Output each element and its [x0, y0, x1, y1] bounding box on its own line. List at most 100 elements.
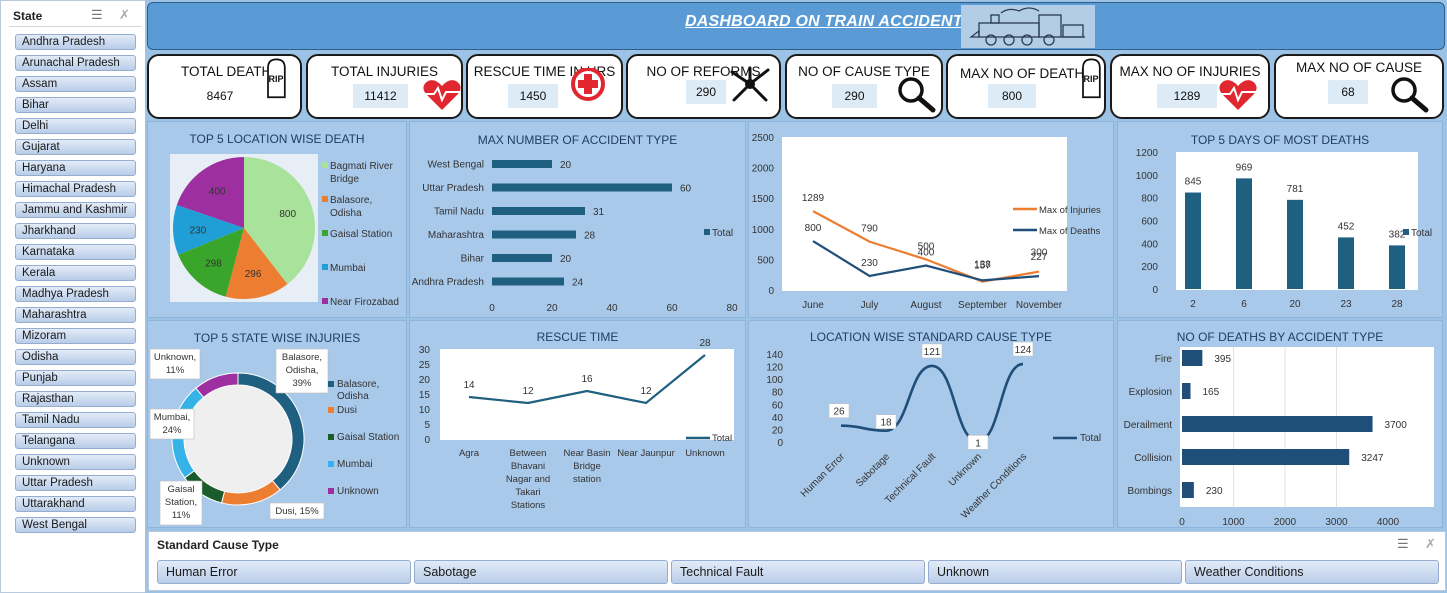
data-label: 230	[861, 258, 878, 269]
data-label: 16	[581, 374, 593, 385]
hands-icon	[730, 66, 770, 102]
legend-label: Mumbai	[330, 263, 366, 274]
category-label: August	[910, 300, 941, 311]
kpi-label: MAX NO OF CAUSE	[1295, 60, 1422, 75]
cause-slicer-item[interactable]: Unknown	[928, 560, 1182, 584]
multi-select-icon[interactable]: ☰	[1397, 536, 1409, 552]
state-slicer-item[interactable]: Himachal Pradesh	[15, 181, 136, 197]
tick-label: 120	[766, 363, 783, 374]
state-slicer-item[interactable]: Maharashtra	[15, 307, 136, 323]
state-slicer-item[interactable]: West Bengal	[15, 517, 136, 533]
category-label: Human Error	[799, 451, 848, 500]
data-label: 298	[205, 259, 222, 270]
tick-label: 10	[419, 405, 431, 416]
data-label: 452	[1338, 221, 1355, 232]
category-label: July	[861, 300, 879, 311]
legend-label: Mumbai	[337, 459, 373, 470]
panel-state-injuries: TOP 5 STATE WISE INJURIES Balasore, Odish…	[147, 320, 407, 528]
legend-label: Max of Deaths	[1039, 226, 1100, 237]
legend-swatch	[328, 434, 334, 440]
bar	[1287, 199, 1303, 289]
state-slicer-item[interactable]: Karnataka	[15, 244, 136, 260]
tick-label: 2000	[1274, 517, 1297, 528]
category-label: Near Jaunpur	[617, 448, 675, 459]
legend-swatch	[322, 196, 328, 202]
bar	[1389, 245, 1405, 289]
category-label: Collision	[1134, 453, 1172, 464]
state-slicer-item[interactable]: Telangana	[15, 433, 136, 449]
panel-month-line: 0 500 1000 1500 2000 2500 June July August Septem…	[748, 121, 1114, 318]
state-slicer-header: State ☰ ✗	[9, 5, 141, 27]
cause-slicer-item[interactable]: Technical Fault	[671, 560, 925, 584]
data-label: 121	[924, 347, 941, 358]
rip-tombstone-icon: RIP	[267, 58, 286, 99]
data-label: 1	[975, 438, 981, 449]
tick-label: 0	[489, 303, 495, 314]
panel-rescue-time: RESCUE TIME 0 5 10 15 20 25 30 14 12 16 12 28 Agra Be…	[409, 320, 746, 528]
tick-label: 0	[1152, 285, 1158, 296]
state-slicer-item[interactable]: Punjab	[15, 370, 136, 386]
multi-select-icon[interactable]: ☰	[91, 7, 103, 23]
kpi-card: TOTAL INJURIES 11412	[306, 54, 463, 119]
state-injuries-donut-chart: Balasore, Odisha, 39%Dusi, 15%Gaisal Statio…	[149, 348, 399, 526]
legend-label: Total	[1411, 228, 1432, 239]
cause-slicer-item[interactable]: Sabotage	[414, 560, 668, 584]
tick-label: 1200	[1136, 148, 1159, 159]
legend-swatch	[322, 298, 328, 304]
state-slicer-item[interactable]: Arunachal Pradesh	[15, 55, 136, 71]
tick-label: 80	[772, 388, 784, 399]
state-slicer-item[interactable]: Bihar	[15, 97, 136, 113]
state-slicer-item[interactable]: Mizoram	[15, 328, 136, 344]
cause-slicer-title: Standard Cause Type	[157, 538, 279, 552]
state-slicer-item[interactable]: Odisha	[15, 349, 136, 365]
bar	[492, 277, 564, 286]
tick-label: 600	[1141, 217, 1158, 228]
state-slicer-item[interactable]: Uttarakhand	[15, 496, 136, 512]
tick-label: 20	[546, 303, 558, 314]
clear-filter-icon[interactable]: ✗	[1425, 536, 1436, 552]
state-slicer-item[interactable]: Andhra Pradesh	[15, 34, 136, 50]
svg-text:RIP: RIP	[268, 74, 283, 84]
kpi-value: 290	[686, 80, 726, 104]
state-slicer-item[interactable]: Jharkhand	[15, 223, 136, 239]
clear-filter-icon[interactable]: ✗	[119, 7, 130, 23]
tick-label: 3000	[1325, 517, 1348, 528]
panel-deaths-by-type: NO OF DEATHS BY ACCIDENT TYPE Fire 395 Exp…	[1117, 320, 1443, 528]
state-slicer-item[interactable]: Gujarat	[15, 139, 136, 155]
state-slicer-item[interactable]: Tamil Nadu	[15, 412, 136, 428]
cause-slicer-item[interactable]: Human Error	[157, 560, 411, 584]
category-label: West Bengal	[427, 160, 484, 171]
panel-accident-type: MAX NUMBER OF ACCIDENT TYPE West Bengal 2…	[409, 121, 746, 318]
data-label: 28	[699, 338, 711, 349]
category-label: Maharashtra	[428, 230, 485, 241]
rescue-time-line-chart: 0 5 10 15 20 25 30 14 12 16 12 28 Agra Between Bhavani…	[419, 338, 734, 511]
data-label: 28	[584, 231, 596, 242]
legend-label: Dusi	[337, 405, 357, 416]
heartbeat-icon	[1219, 80, 1257, 110]
state-slicer-item[interactable]: Unknown	[15, 454, 136, 470]
state-slicer-item[interactable]: Uttar Pradesh	[15, 475, 136, 491]
cause-slicer-item[interactable]: Weather Conditions	[1185, 560, 1439, 584]
rip-tombstone-icon: RIP	[1082, 58, 1101, 99]
tick-label: 2500	[752, 133, 775, 144]
data-label: 124	[1015, 345, 1032, 356]
magnifier-icon	[1391, 77, 1429, 113]
kpi-value: 1289	[1157, 84, 1217, 108]
category-label: Andhra Pradesh	[412, 277, 484, 288]
state-slicer-item[interactable]: Madhya Pradesh	[15, 286, 136, 302]
state-slicer-item[interactable]: Rajasthan	[15, 391, 136, 407]
legend-label: Gaisal Station	[337, 432, 399, 443]
tick-label: 0	[424, 435, 430, 446]
bar	[492, 254, 552, 262]
state-slicer-item[interactable]: Delhi	[15, 118, 136, 134]
bar	[492, 160, 552, 168]
location-death-pie-chart: 800 296 298 230 400 Bagmati River Bridge Balaso…	[170, 154, 399, 308]
state-slicer-item[interactable]: Haryana	[15, 160, 136, 176]
state-slicer-item[interactable]: Jammu and Kashmir	[15, 202, 136, 218]
kpi-card: NO OF REFORMS 290	[626, 54, 781, 119]
tick-label: 0	[777, 438, 783, 449]
category-label: Derailment	[1124, 420, 1173, 431]
bar	[492, 183, 672, 192]
state-slicer-item[interactable]: Assam	[15, 76, 136, 92]
state-slicer-item[interactable]: Kerala	[15, 265, 136, 281]
